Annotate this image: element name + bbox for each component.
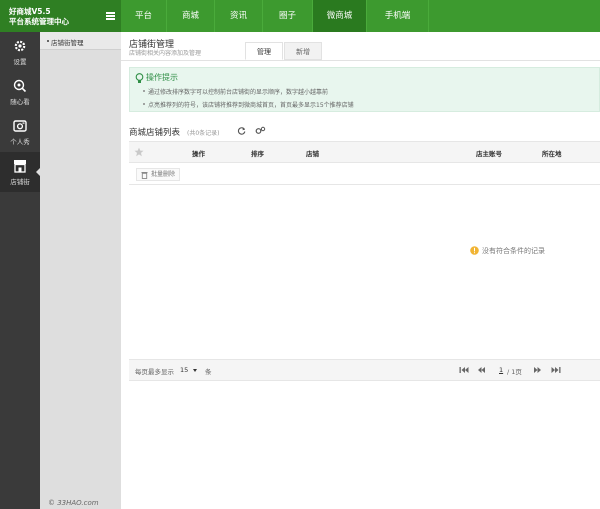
nav-item-news[interactable]: 资讯 [215,0,263,32]
sidebar-item-settings[interactable]: 设置 [0,32,40,72]
sidebar-item-browse[interactable]: 随心看 [0,72,40,112]
tips-title: 操作提示 [146,73,178,82]
secondary-menu: 店铺街管理 [40,32,121,509]
bulk-delete-label: 批量删除 [151,171,176,178]
record-count: (共0条记录) [187,130,220,137]
next-page-icon[interactable] [533,366,542,374]
column-header-location: 所在地 [542,150,562,158]
top-nav: 平台 商城 资讯 圈子 微商城 手机端 [121,0,429,32]
per-page-select[interactable]: 15 [180,366,188,374]
icon-sidebar: 设置 随心看 个人秀 店铺街 [0,32,41,509]
column-header-owner: 店主账号 [476,150,502,158]
prev-page-icon[interactable] [477,366,486,374]
column-header-store: 店铺 [306,150,319,158]
column-header-sort: 排序 [251,150,264,158]
column-settings-icon[interactable] [255,126,266,135]
sidebar-item-label: 店铺街 [10,178,30,186]
table-header: 操作 排序 店铺 店主账号 所在地 [129,141,600,163]
menu-toggle-icon[interactable] [106,12,115,20]
nav-item-circle[interactable]: 圈子 [263,0,313,32]
sidebar-item-label: 随心看 [10,98,30,106]
copyright: © 33HAO.com [48,499,99,507]
trash-icon [141,172,148,179]
first-page-icon[interactable] [459,366,469,374]
brand: 好商城V5.5 平台系统管理中心 [0,0,121,32]
tip-line: 点亮推荐列的符号，该店铺将推荐到微商城首页，首页最多显示15个推荐店铺 [143,102,354,109]
per-page-unit: 条 [205,368,212,376]
tab-manage[interactable]: 管理 [245,42,283,60]
store-table: 操作 排序 店铺 店主账号 所在地 批量删除 [129,141,600,185]
empty-message: 没有符合条件的记录 [482,247,545,255]
warning-icon [470,246,479,255]
camera-icon [13,120,27,132]
tab-bar: 管理 新增 [245,42,323,60]
gear-icon [14,40,26,52]
sidebar-item-show[interactable]: 个人秀 [0,112,40,152]
nav-item-platform[interactable]: 平台 [121,0,167,32]
brand-subtitle: 平台系统管理中心 [9,17,69,26]
total-pages: / 1页 [507,368,522,376]
top-bar: 好商城V5.5 平台系统管理中心 平台 商城 资讯 圈子 微商城 手机端 [0,0,600,32]
pagination-bar: 每页最多显示 15 条 1 / 1页 [129,359,600,381]
sidebar-item-store-street[interactable]: 店铺街 [0,152,41,192]
per-page-label: 每页最多显示 [135,368,174,376]
page-subtitle: 店铺街相关内容添加及管理 [129,50,202,57]
tab-divider [121,60,600,61]
lightbulb-icon [135,73,144,83]
main-content: 店铺街管理 店铺街相关内容添加及管理 管理 新增 操作提示 通过修改排序数字可以… [121,32,600,509]
nav-item-microshop[interactable]: 微商城 [313,0,367,32]
sidebar-item-label: 个人秀 [10,138,30,146]
tab-add[interactable]: 新增 [284,42,322,60]
submenu-item-store-street-manage[interactable]: 店铺街管理 [40,32,121,50]
column-header-action: 操作 [192,150,205,158]
chevron-down-icon[interactable] [193,369,197,372]
list-title: 商城店铺列表 [129,128,181,138]
last-page-icon[interactable] [551,366,561,374]
eye-icon [13,79,27,93]
sidebar-item-label: 设置 [13,58,27,66]
store-icon [14,160,26,173]
refresh-icon[interactable] [237,126,246,135]
tips-panel: 操作提示 通过修改排序数字可以控制前台店铺街的显示顺序，数字越小越靠前 点亮推荐… [129,67,600,112]
nav-item-mall[interactable]: 商城 [167,0,215,32]
nav-item-mobile[interactable]: 手机端 [367,0,429,32]
bulk-action-bar: 批量删除 [129,163,600,185]
current-page[interactable]: 1 [499,366,503,374]
submenu-item-label: 店铺街管理 [51,39,84,47]
star-icon[interactable] [134,147,144,157]
bulk-delete-button[interactable]: 批量删除 [136,168,181,181]
tip-line: 通过修改排序数字可以控制前台店铺街的显示顺序，数字越小越靠前 [142,89,329,96]
